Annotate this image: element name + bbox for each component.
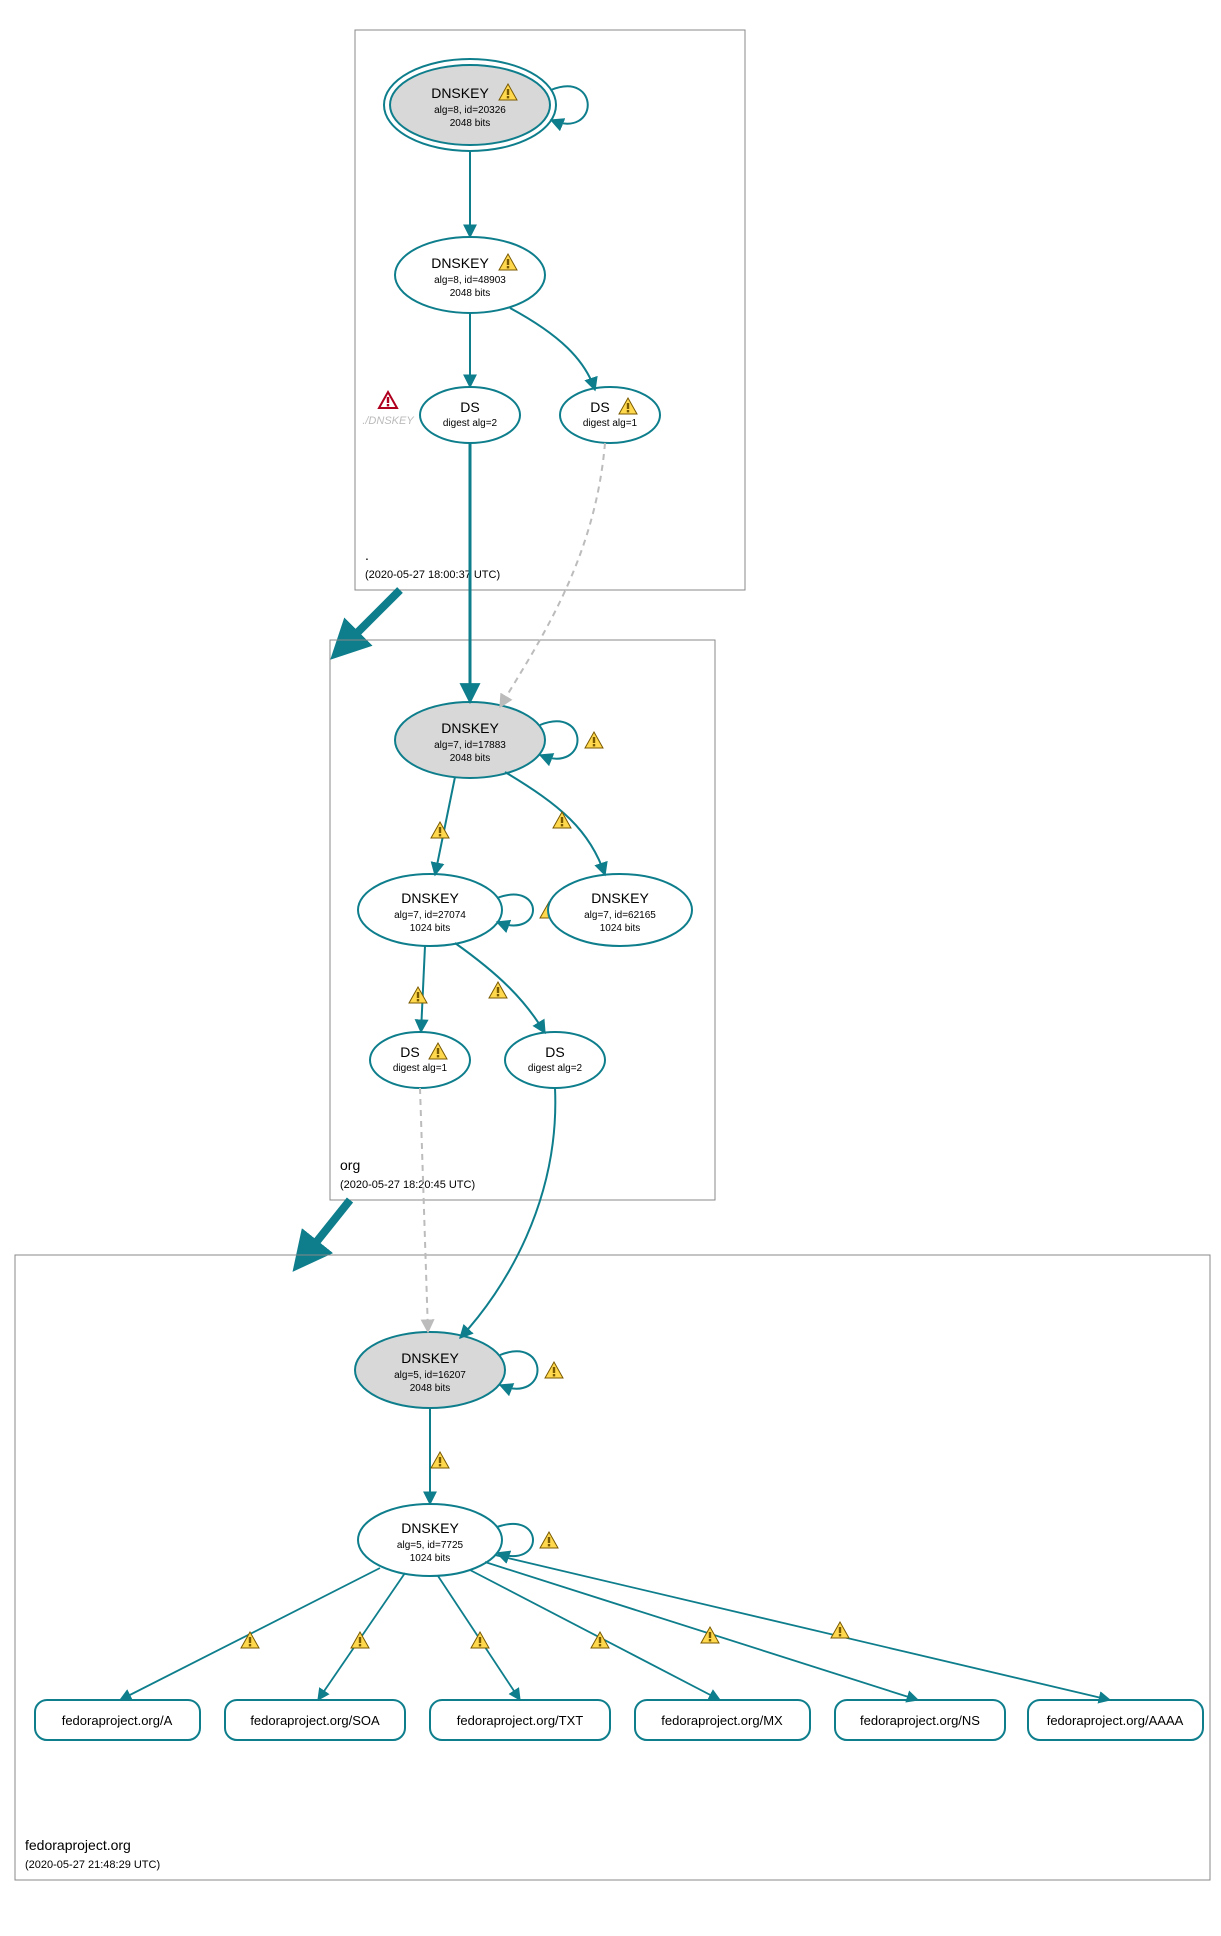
svg-text:fedoraproject.org/NS: fedoraproject.org/NS	[860, 1713, 980, 1728]
edge-orgds2-fpksk	[460, 1088, 555, 1338]
svg-text:2048 bits: 2048 bits	[410, 1383, 451, 1394]
zone-root-label: .	[365, 547, 369, 563]
warn-icon	[585, 732, 603, 748]
svg-text:DS: DS	[400, 1044, 419, 1060]
node-root-zsk: DNSKEY alg=8, id=48903 2048 bits	[395, 237, 545, 313]
edge-ds1-orgksk	[500, 443, 605, 707]
svg-text:DNSKEY: DNSKEY	[431, 255, 489, 271]
warn-icon	[409, 987, 427, 1003]
edge-root-zsk-ds1	[510, 308, 595, 390]
svg-text:fedoraproject.org/A: fedoraproject.org/A	[62, 1713, 173, 1728]
svg-text:1024 bits: 1024 bits	[600, 923, 641, 934]
svg-text:1024 bits: 1024 bits	[410, 1553, 451, 1564]
error-icon	[379, 392, 397, 408]
svg-text:DNSKEY: DNSKEY	[401, 1350, 459, 1366]
zone-fp: fedoraproject.org (2020-05-27 21:48:29 U…	[15, 1088, 1210, 1880]
deleg-org-fp	[310, 1200, 350, 1250]
rr-txt: fedoraproject.org/TXT	[430, 1700, 610, 1740]
svg-text:alg=7, id=17883: alg=7, id=17883	[434, 740, 506, 751]
svg-text:DNSKEY: DNSKEY	[401, 1520, 459, 1536]
svg-text:DNSKEY: DNSKEY	[431, 85, 489, 101]
edge-zsk1-ds1	[421, 946, 425, 1032]
svg-text:2048 bits: 2048 bits	[450, 753, 491, 764]
svg-text:alg=8, id=20326: alg=8, id=20326	[434, 105, 506, 116]
svg-text:fedoraproject.org/TXT: fedoraproject.org/TXT	[457, 1713, 584, 1728]
warn-icon	[351, 1632, 369, 1648]
svg-text:DS: DS	[590, 399, 609, 415]
svg-text:DS: DS	[460, 399, 479, 415]
edge-zsk-aaaa	[495, 1555, 1110, 1700]
svg-text:fedoraproject.org/SOA: fedoraproject.org/SOA	[250, 1713, 380, 1728]
warn-icon	[545, 1362, 563, 1378]
zone-fp-ts: (2020-05-27 21:48:29 UTC)	[25, 1859, 160, 1871]
node-org-ds2: DS digest alg=2	[505, 1032, 605, 1088]
zone-fp-label: fedoraproject.org	[25, 1837, 131, 1853]
svg-text:2048 bits: 2048 bits	[450, 118, 491, 129]
node-org-ksk: DNSKEY alg=7, id=17883 2048 bits	[395, 702, 545, 778]
svg-text:1024 bits: 1024 bits	[410, 923, 451, 934]
node-org-ds1: DS digest alg=1	[370, 1032, 470, 1088]
svg-text:digest alg=1: digest alg=1	[583, 418, 638, 429]
svg-text:DS: DS	[545, 1044, 564, 1060]
svg-text:alg=5, id=16207: alg=5, id=16207	[394, 1370, 466, 1381]
edge-orgds1-fpksk	[420, 1088, 428, 1332]
warn-icon	[489, 982, 507, 998]
warn-icon	[431, 1452, 449, 1468]
warn-icon	[471, 1632, 489, 1648]
svg-text:digest alg=2: digest alg=2	[528, 1063, 583, 1074]
svg-text:fedoraproject.org/MX: fedoraproject.org/MX	[661, 1713, 783, 1728]
zone-root-ts: (2020-05-27 18:00:37 UTC)	[365, 569, 500, 581]
node-root-ksk: DNSKEY alg=8, id=20326 2048 bits	[384, 59, 556, 151]
svg-text:DNSKEY: DNSKEY	[591, 890, 649, 906]
zone-root: . (2020-05-27 18:00:37 UTC) DNSKEY alg=8…	[355, 30, 745, 590]
svg-text:alg=8, id=48903: alg=8, id=48903	[434, 275, 506, 286]
rr-ns: fedoraproject.org/NS	[835, 1700, 1005, 1740]
rr-mx: fedoraproject.org/MX	[635, 1700, 810, 1740]
svg-text:digest alg=2: digest alg=2	[443, 418, 498, 429]
warn-icon	[241, 1632, 259, 1648]
rr-aaaa: fedoraproject.org/AAAA	[1028, 1700, 1203, 1740]
svg-text:alg=7, id=62165: alg=7, id=62165	[584, 910, 656, 921]
svg-text:digest alg=1: digest alg=1	[393, 1063, 448, 1074]
svg-text:./DNSKEY: ./DNSKEY	[362, 415, 414, 427]
node-root-negative: ./DNSKEY	[362, 392, 414, 427]
node-org-zsk1: DNSKEY alg=7, id=27074 1024 bits	[358, 874, 502, 946]
edge-zsk-ns	[485, 1562, 918, 1700]
deleg-root-org	[350, 590, 400, 640]
rr-row: fedoraproject.org/A fedoraproject.org/SO…	[35, 1700, 1203, 1740]
zone-org-label: org	[340, 1157, 360, 1173]
warn-icon	[831, 1622, 849, 1638]
node-org-zsk2: DNSKEY alg=7, id=62165 1024 bits	[548, 874, 692, 946]
svg-text:2048 bits: 2048 bits	[450, 288, 491, 299]
zone-org-ts: (2020-05-27 18:20:45 UTC)	[340, 1179, 475, 1191]
svg-text:alg=7, id=27074: alg=7, id=27074	[394, 910, 466, 921]
node-root-ds1: DS digest alg=1	[560, 387, 660, 443]
warn-icon	[540, 1532, 558, 1548]
rr-soa: fedoraproject.org/SOA	[225, 1700, 405, 1740]
svg-text:DNSKEY: DNSKEY	[401, 890, 459, 906]
rr-a: fedoraproject.org/A	[35, 1700, 200, 1740]
svg-text:alg=5, id=7725: alg=5, id=7725	[397, 1540, 464, 1551]
svg-text:DNSKEY: DNSKEY	[441, 720, 499, 736]
zone-org: org (2020-05-27 18:20:45 UTC) DNSKEY alg…	[330, 443, 715, 1200]
node-fp-ksk: DNSKEY alg=5, id=16207 2048 bits	[355, 1332, 505, 1408]
warn-icon	[553, 812, 571, 828]
node-root-ds2: DS digest alg=2	[420, 387, 520, 443]
dnssec-chain-diagram: . (2020-05-27 18:00:37 UTC) DNSKEY alg=8…	[0, 0, 1221, 1936]
node-fp-zsk: DNSKEY alg=5, id=7725 1024 bits	[358, 1504, 502, 1576]
svg-text:fedoraproject.org/AAAA: fedoraproject.org/AAAA	[1047, 1713, 1184, 1728]
